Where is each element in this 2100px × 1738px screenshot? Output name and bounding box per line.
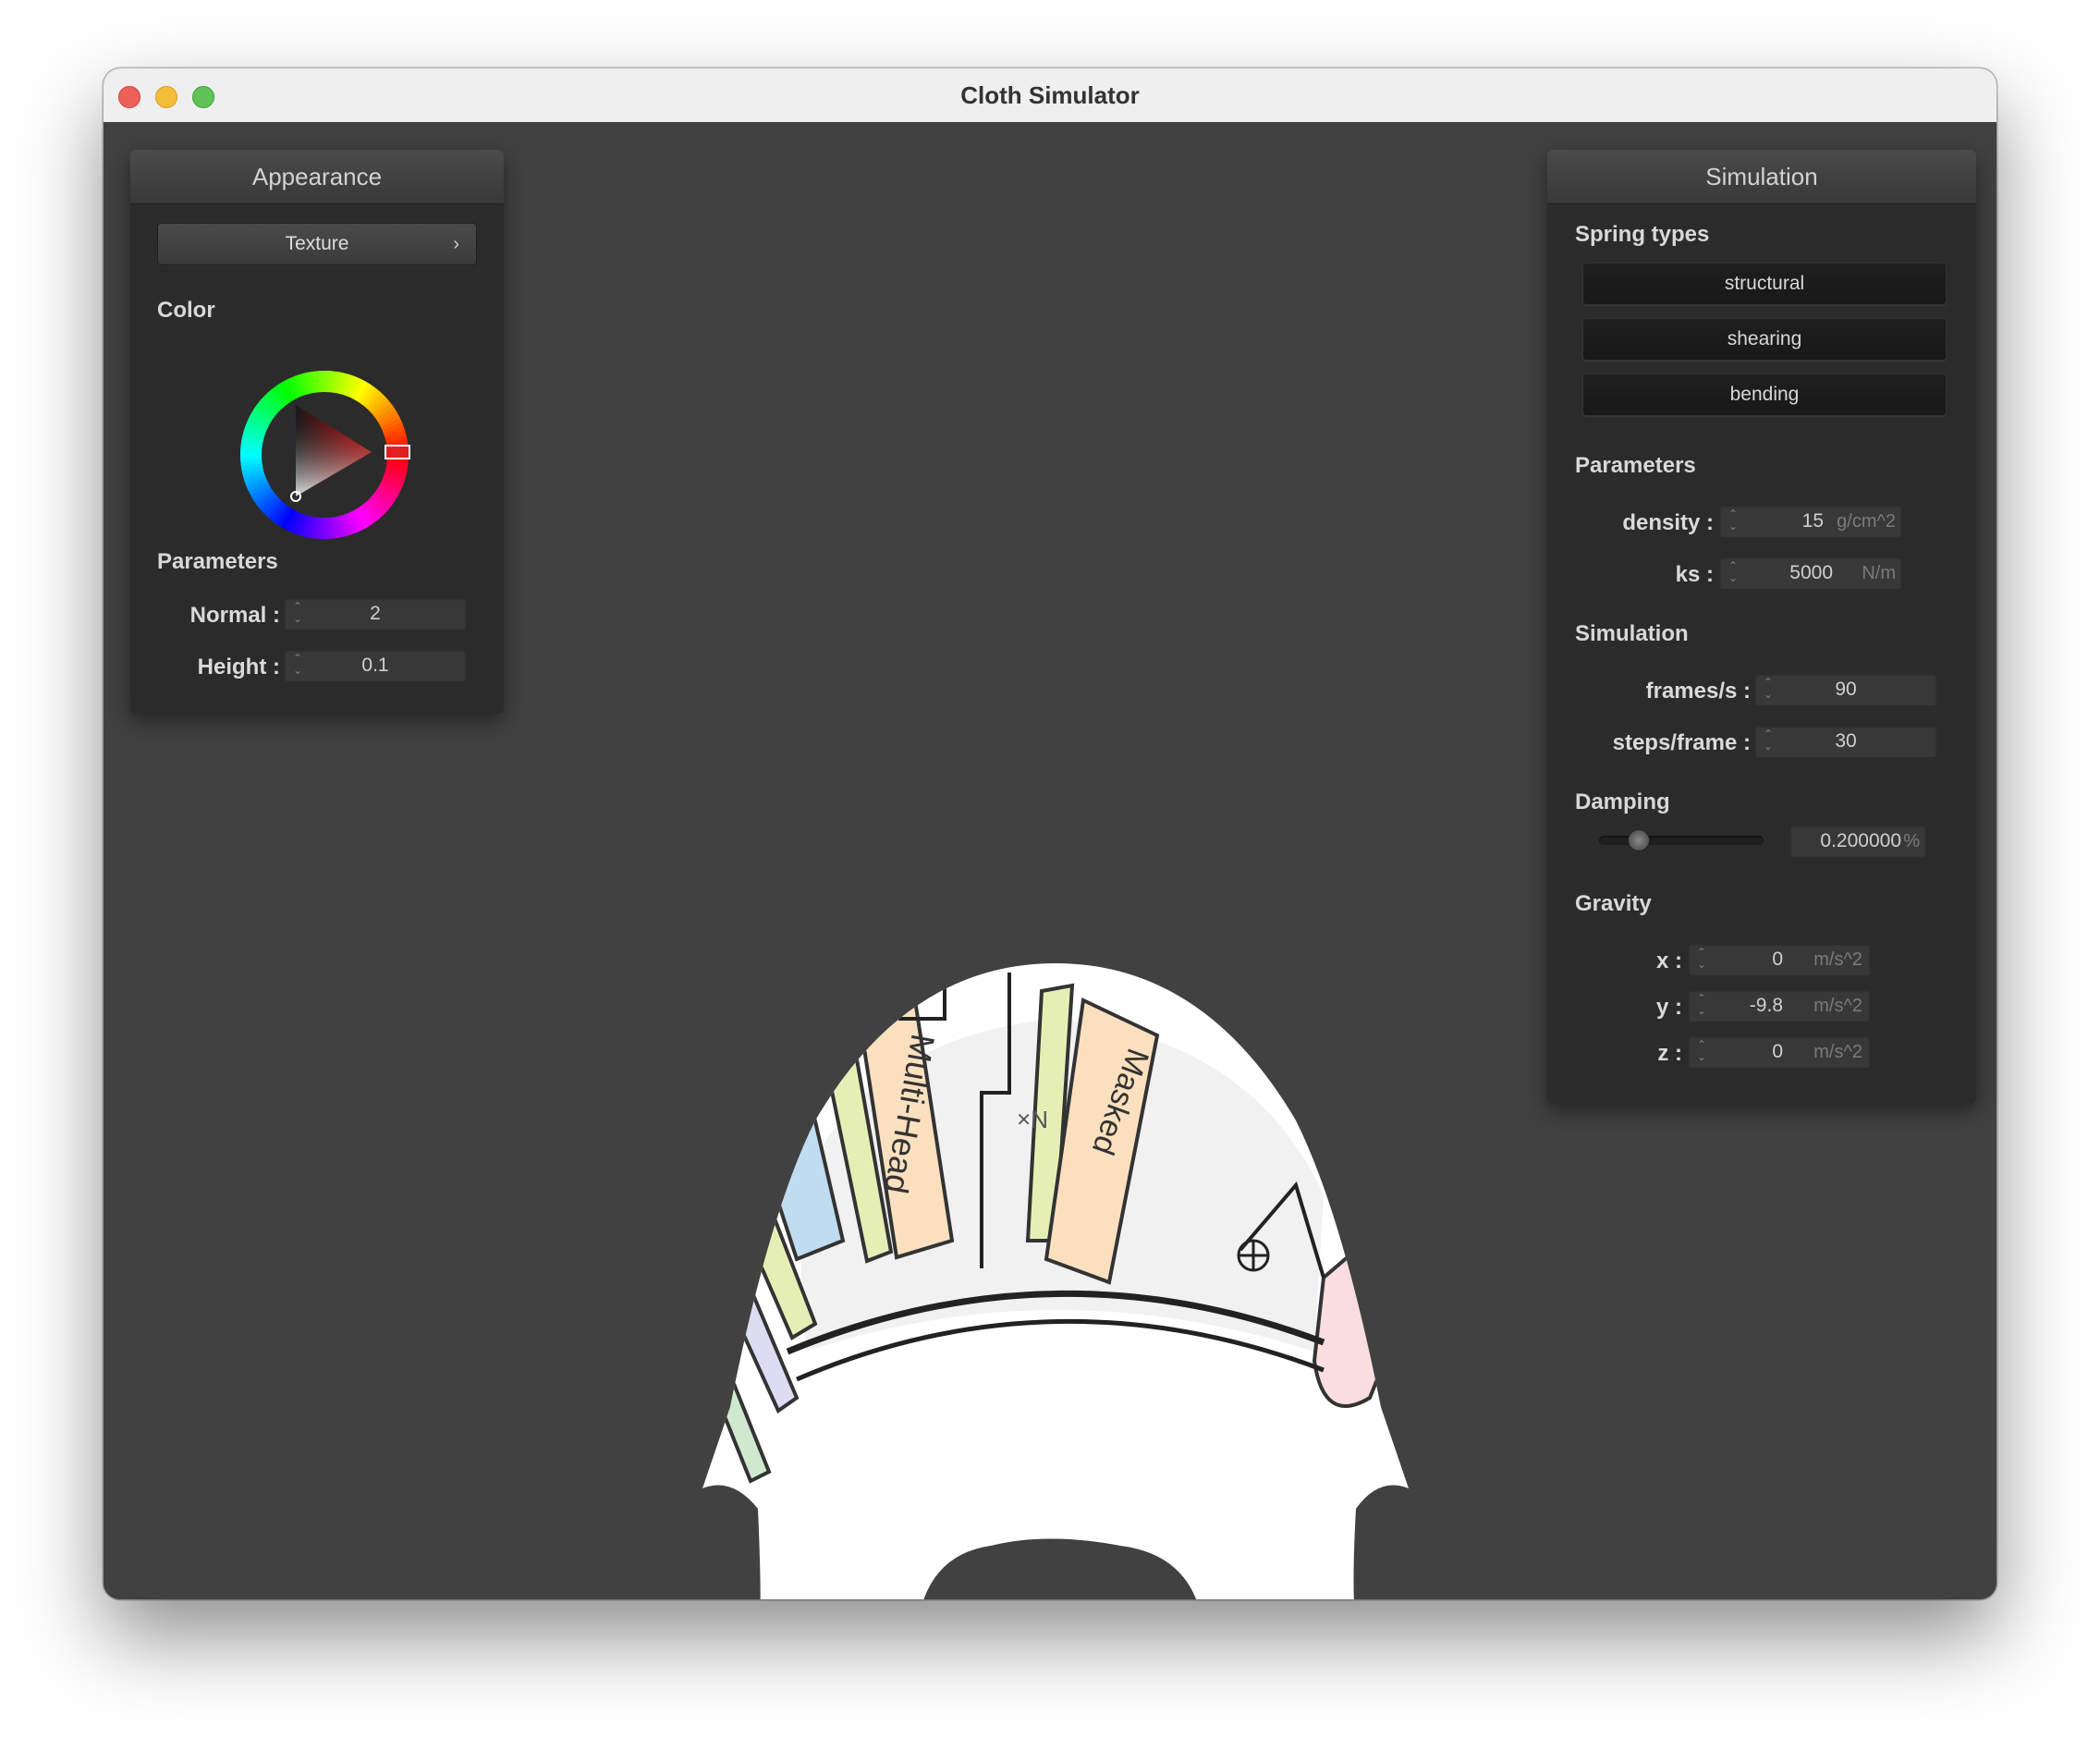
3d-viewport[interactable]: Multi-Head Masked N× Appearance Texture …: [104, 122, 1996, 1599]
stepper-icon[interactable]: ⌃ ⌄: [1697, 993, 1706, 1017]
svg-text:N×: N×: [1017, 1106, 1048, 1133]
height-value: 0.1: [361, 655, 389, 676]
normal-input[interactable]: ⌃ ⌄ 2: [284, 597, 467, 630]
texture-button[interactable]: Texture ›: [157, 223, 477, 265]
gravity-z-unit: m/s^2: [1813, 1042, 1862, 1062]
structural-button[interactable]: structural: [1582, 263, 1947, 305]
app-window: Cloth Simulator Multi-Head Masked N× App…: [104, 68, 1996, 1599]
frames-label: frames/s :: [1645, 679, 1751, 704]
shearing-button[interactable]: shearing: [1582, 318, 1947, 361]
density-unit: g/cm^2: [1837, 511, 1896, 532]
damping-value: 0.200000: [1820, 830, 1901, 851]
ks-unit: N/m: [1862, 563, 1896, 583]
stepper-icon[interactable]: ⌃ ⌄: [1697, 1039, 1706, 1063]
gravity-z-input[interactable]: ⌃ ⌄ 0 m/s^2: [1688, 1035, 1871, 1069]
simulation-panel: Simulation Spring types structural shear…: [1547, 150, 1976, 1104]
cloth-mesh[interactable]: Multi-Head Masked N×: [677, 963, 1435, 1599]
appearance-parameters-label: Parameters: [157, 549, 278, 574]
damping-label: Damping: [1575, 789, 1670, 814]
gravity-x-input[interactable]: ⌃ ⌄ 0 m/s^2: [1688, 943, 1871, 976]
window-title: Cloth Simulator: [960, 81, 1140, 109]
texture-button-label: Texture: [285, 233, 349, 254]
appearance-panel: Appearance Texture › Color Parameters No…: [130, 150, 504, 714]
gravity-y-unit: m/s^2: [1813, 996, 1862, 1016]
damping-unit: %: [1903, 831, 1920, 851]
damping-input[interactable]: 0.200000 %: [1789, 825, 1926, 858]
gravity-z-label: z :: [1657, 1041, 1682, 1066]
steps-input[interactable]: ⌃ ⌄ 30: [1754, 725, 1937, 758]
gravity-x-unit: m/s^2: [1813, 949, 1862, 970]
hue-selector-marker: [385, 445, 410, 459]
height-input[interactable]: ⌃ ⌄ 0.1: [284, 649, 467, 682]
appearance-title: Appearance: [130, 150, 504, 204]
stepper-icon[interactable]: ⌃ ⌄: [1728, 560, 1738, 584]
simulation-section-label: Simulation: [1575, 621, 1689, 646]
ks-label: ks :: [1675, 562, 1714, 587]
normal-label: Normal :: [189, 603, 280, 628]
steps-label: steps/frame :: [1612, 730, 1751, 755]
stepper-icon[interactable]: ⌃ ⌄: [1728, 508, 1738, 532]
bending-button[interactable]: bending: [1582, 373, 1947, 416]
damping-slider[interactable]: [1599, 829, 1764, 851]
chevron-right-icon: ›: [453, 234, 459, 254]
density-value: 15: [1801, 510, 1824, 532]
density-label: density :: [1622, 510, 1714, 535]
stepper-icon[interactable]: ⌃ ⌄: [1697, 947, 1706, 971]
damping-slider-knob[interactable]: [1628, 829, 1651, 851]
gravity-y-input[interactable]: ⌃ ⌄ -9.8 m/s^2: [1688, 989, 1871, 1022]
sim-parameters-label: Parameters: [1575, 453, 1696, 478]
gravity-label: Gravity: [1575, 891, 1652, 916]
gravity-y-value: -9.8: [1749, 995, 1783, 1016]
frames-value: 90: [1835, 679, 1857, 700]
color-label: Color: [157, 298, 215, 323]
color-wheel[interactable]: [237, 367, 412, 543]
normal-value: 2: [370, 603, 381, 624]
gravity-x-value: 0: [1772, 949, 1783, 970]
gravity-z-value: 0: [1772, 1041, 1783, 1062]
density-input[interactable]: ⌃ ⌄ 15 g/cm^2: [1719, 505, 1902, 538]
frames-input[interactable]: ⌃ ⌄ 90: [1754, 673, 1937, 706]
simulation-title: Simulation: [1547, 150, 1976, 204]
steps-value: 30: [1835, 730, 1857, 752]
gravity-y-label: y :: [1655, 995, 1682, 1020]
ks-input[interactable]: ⌃ ⌄ 5000 N/m: [1719, 557, 1902, 590]
title-bar: Cloth Simulator: [104, 68, 1996, 123]
height-label: Height :: [197, 655, 280, 679]
spring-types-label: Spring types: [1575, 222, 1710, 247]
gravity-x-label: x :: [1655, 949, 1682, 973]
ks-value: 5000: [1789, 562, 1833, 583]
